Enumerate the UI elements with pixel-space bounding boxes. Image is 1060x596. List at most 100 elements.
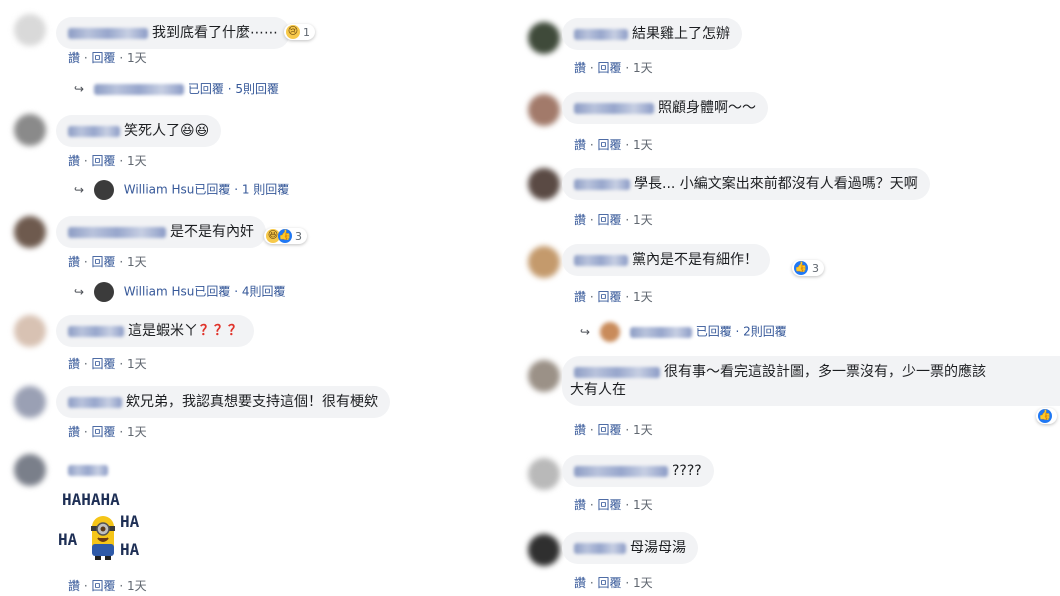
commenter-name[interactable]	[68, 325, 124, 337]
commenter-name[interactable]	[68, 226, 166, 238]
commenter-name[interactable]	[574, 465, 668, 477]
commenter-name[interactable]	[574, 178, 630, 190]
commenter-name[interactable]	[574, 366, 660, 378]
comment-text: 學長... 小編文案出來前都沒有人看過嗎？天啊	[634, 176, 918, 192]
comment-actions: 讚 · 回覆 · 1天	[574, 138, 653, 152]
avatar[interactable]	[14, 386, 46, 418]
reaction-summary[interactable]: 👍 3	[792, 260, 824, 276]
reply-link[interactable]: 回覆	[92, 51, 116, 65]
like-link[interactable]: 讚	[68, 425, 80, 439]
avatar[interactable]	[14, 216, 46, 248]
reaction-summary[interactable]: 😢 1	[284, 24, 315, 40]
comment-time[interactable]: 1天	[633, 498, 653, 512]
comment-time[interactable]: 1天	[633, 138, 653, 152]
commenter-name[interactable]	[574, 254, 628, 266]
reply-link[interactable]: 回覆	[598, 61, 622, 75]
comment-bubble: 結果雞上了怎辦	[562, 18, 742, 50]
like-link[interactable]: 讚	[68, 255, 80, 269]
avatar[interactable]	[14, 114, 46, 146]
like-link[interactable]: 讚	[574, 213, 586, 227]
comment-text: 是不是有內奸	[170, 224, 254, 240]
comment-bubble: 這是蝦米ㄚ？？？	[56, 315, 254, 347]
comment-time[interactable]: 1天	[127, 357, 147, 371]
comment-actions: 讚 · 回覆 · 1天	[574, 213, 653, 227]
avatar[interactable]	[14, 14, 46, 46]
reply-link[interactable]: 回覆	[598, 213, 622, 227]
like-link[interactable]: 讚	[68, 579, 80, 593]
commenter-name[interactable]	[68, 465, 108, 476]
comment-bubble: 母湯母湯	[562, 532, 698, 564]
comment-time[interactable]: 1天	[633, 290, 653, 304]
comment-time[interactable]: 1天	[127, 425, 147, 439]
comment-bubble: ????	[562, 455, 714, 487]
like-link[interactable]: 讚	[574, 576, 586, 590]
comment-time[interactable]: 1天	[127, 579, 147, 593]
commenter-name[interactable]	[68, 27, 148, 39]
avatar[interactable]	[528, 246, 560, 278]
like-link[interactable]: 讚	[68, 154, 80, 168]
commenter-name[interactable]	[574, 102, 654, 114]
reply-link[interactable]: 回覆	[92, 154, 116, 168]
commenter-name[interactable]	[574, 542, 626, 554]
view-replies-link[interactable]: ↪ William Hsu已回覆 · 4則回覆	[74, 282, 286, 302]
reply-link[interactable]: 回覆	[92, 425, 116, 439]
like-link[interactable]: 讚	[574, 138, 586, 152]
comment-time[interactable]: 1天	[127, 255, 147, 269]
comment-time[interactable]: 1天	[633, 61, 653, 75]
sticker-text-top: HAHAHA	[62, 490, 120, 509]
avatar[interactable]	[528, 360, 560, 392]
avatar[interactable]	[528, 534, 560, 566]
comment-actions: 讚 · 回覆 · 1天	[574, 290, 653, 304]
reply-link[interactable]: 回覆	[598, 290, 622, 304]
reaction-count: 1	[303, 25, 310, 39]
reaction-summary[interactable]: 😆 👍 3	[264, 228, 307, 244]
reaction-summary[interactable]: 👍	[1036, 408, 1057, 424]
avatar[interactable]	[528, 94, 560, 126]
reply-link[interactable]: 回覆	[598, 576, 622, 590]
comment-actions: 讚 · 回覆 · 1天	[574, 423, 653, 437]
like-link[interactable]: 讚	[574, 61, 586, 75]
avatar[interactable]	[14, 315, 46, 347]
comment-bubble: 笑死人了😆😆	[56, 115, 222, 147]
sticker-text-left: HA	[58, 530, 78, 549]
comment-time[interactable]: 1天	[633, 423, 653, 437]
commenter-name[interactable]	[68, 396, 122, 408]
reply-link[interactable]: 回覆	[92, 579, 116, 593]
comment-actions: 讚 · 回覆 · 1天	[574, 498, 653, 512]
commenter-name[interactable]	[574, 28, 628, 40]
like-link[interactable]: 讚	[68, 51, 80, 65]
reply-link[interactable]: 回覆	[92, 255, 116, 269]
view-replies-link[interactable]: ↪ 已回覆 · 2則回覆	[580, 322, 787, 342]
comment-time[interactable]: 1天	[633, 576, 653, 590]
comment-time[interactable]: 1天	[127, 154, 147, 168]
like-link[interactable]: 讚	[68, 357, 80, 371]
reply-link[interactable]: 回覆	[92, 357, 116, 371]
comment-actions: 讚 · 回覆 · 1天	[68, 357, 147, 371]
avatar[interactable]	[14, 454, 46, 486]
like-link[interactable]: 讚	[574, 498, 586, 512]
comment-time[interactable]: 1天	[633, 213, 653, 227]
avatar[interactable]	[528, 168, 560, 200]
replier-avatar	[599, 322, 620, 342]
comment-bubble: 我到底看了什麼⋯⋯	[56, 17, 290, 49]
reply-arrow-icon: ↪	[74, 284, 85, 299]
comment-text: 欸兄弟，我認真想要支持這個！很有梗欸	[126, 394, 378, 410]
like-link[interactable]: 讚	[574, 290, 586, 304]
reply-link[interactable]: 回覆	[598, 138, 622, 152]
view-replies-link[interactable]: ↪ 已回覆 · 5則回覆	[74, 80, 279, 97]
commenter-name[interactable]	[68, 125, 120, 137]
reply-link[interactable]: 回覆	[598, 423, 622, 437]
avatar[interactable]	[528, 22, 560, 54]
reply-link[interactable]: 回覆	[598, 498, 622, 512]
view-replies-link[interactable]: ↪ William Hsu已回覆 · 1 則回覆	[74, 180, 289, 200]
comment-text: 很有事～看完這設計圖，多一票沒有，少一票的應該	[664, 364, 986, 380]
avatar[interactable]	[528, 458, 560, 490]
minion-icon	[91, 516, 115, 560]
like-link[interactable]: 讚	[574, 423, 586, 437]
replier-name: William Hsu	[123, 284, 195, 299]
comment-time[interactable]: 1天	[127, 51, 147, 65]
comment-actions: 讚 · 回覆 · 1天	[68, 579, 147, 593]
comment-bubble: 很有事～看完這設計圖，多一票沒有，少一票的應該 大有人在	[562, 356, 1060, 406]
comment-text: ????	[672, 463, 702, 479]
replier-avatar	[93, 180, 114, 200]
